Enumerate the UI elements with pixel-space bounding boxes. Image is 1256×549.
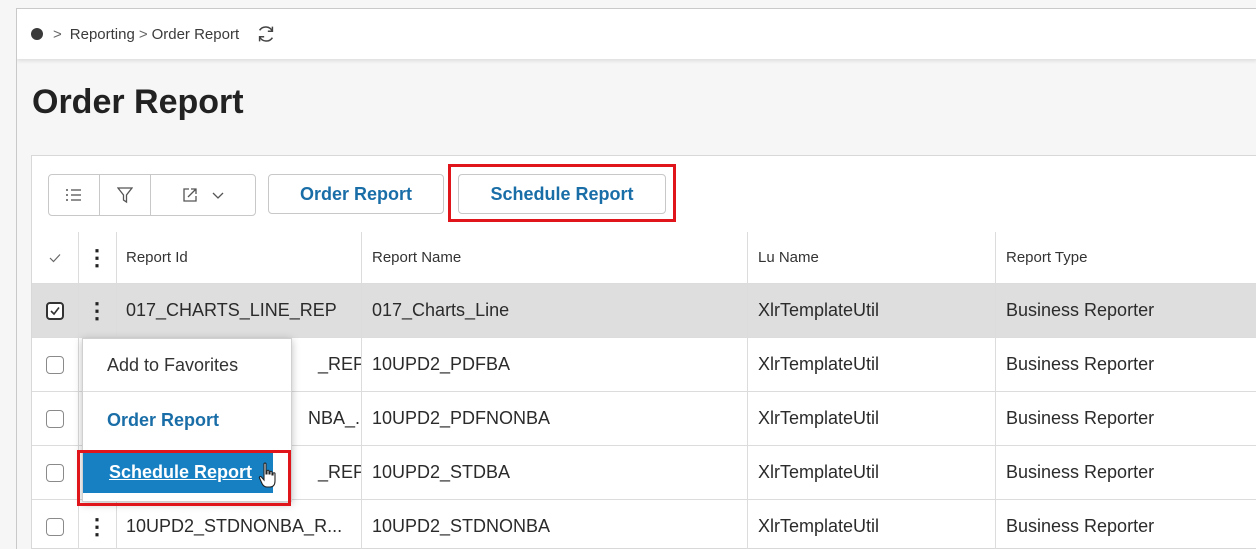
- report-id-cell: 10UPD2_STDNONBA_R...: [116, 500, 362, 549]
- report-id-cell: 017_CHARTS_LINE_REP: [116, 284, 362, 337]
- row-checkbox[interactable]: [32, 284, 79, 337]
- annotation-highlight: [448, 164, 676, 222]
- list-icon: [66, 189, 81, 201]
- checkbox-icon: [46, 463, 64, 482]
- row-menu-button[interactable]: ⋮: [78, 284, 117, 337]
- row-checkbox[interactable]: [32, 338, 79, 391]
- hand-cursor-icon: [258, 462, 276, 488]
- export-dropdown-button[interactable]: [151, 175, 255, 215]
- lu-name-cell: XlrTemplateUtil: [748, 392, 996, 445]
- column-header-report-type[interactable]: Report Type: [996, 232, 1256, 283]
- lu-name-cell: XlrTemplateUtil: [748, 338, 996, 391]
- kebab-icon: ⋮: [86, 297, 108, 323]
- column-chooser-button[interactable]: [49, 175, 100, 215]
- column-header-report-name[interactable]: Report Name: [362, 232, 748, 283]
- report-type-cell: Business Reporter: [1006, 300, 1155, 320]
- report-type-cell: Business Reporter: [1006, 354, 1155, 374]
- lu-name-cell: XlrTemplateUtil: [748, 500, 996, 549]
- menu-item-add-to-favorites[interactable]: Add to Favorites: [83, 339, 291, 392]
- checkbox-checked-icon: [46, 301, 64, 320]
- header-menu-button[interactable]: ⋮: [78, 232, 117, 283]
- toolbar: Order Report Schedule Report: [32, 156, 1256, 232]
- report-type-cell: Business Reporter: [1006, 516, 1155, 536]
- refresh-icon[interactable]: [255, 23, 277, 45]
- chevron-right-icon: >: [53, 25, 62, 43]
- check-icon: [49, 253, 61, 262]
- row-checkbox[interactable]: [32, 392, 79, 445]
- page-title: Order Report: [32, 83, 244, 121]
- column-header-report-id[interactable]: Report Id: [116, 232, 362, 283]
- column-header-lu-name[interactable]: Lu Name: [748, 232, 996, 283]
- order-report-button[interactable]: Order Report: [268, 174, 444, 214]
- chevron-down-icon: [212, 192, 224, 199]
- export-icon: [183, 188, 197, 202]
- checkbox-icon: [46, 355, 64, 374]
- row-menu-button[interactable]: ⋮: [78, 500, 117, 549]
- chevron-right-icon: >: [138, 25, 148, 43]
- checkbox-icon: [46, 517, 64, 536]
- lu-name-cell: XlrTemplateUtil: [748, 284, 996, 337]
- table-tools-group: [48, 174, 256, 216]
- kebab-icon: ⋮: [86, 244, 108, 270]
- report-type-cell: Business Reporter: [1006, 408, 1155, 428]
- kebab-icon: ⋮: [86, 513, 108, 539]
- breadcrumb-item-reporting[interactable]: Reporting: [70, 26, 135, 43]
- report-name-cell: 10UPD2_PDFNONBA: [362, 392, 748, 445]
- select-all-checkbox[interactable]: [32, 232, 79, 283]
- report-name-cell: 017_Charts_Line: [362, 284, 748, 337]
- report-name-cell: 10UPD2_STDNONBA: [362, 500, 748, 549]
- filter-icon: [117, 187, 133, 204]
- table-header-row: ⋮ Report Id Report Name Lu Name Report T…: [32, 232, 1256, 284]
- row-checkbox[interactable]: [32, 446, 79, 499]
- table-row[interactable]: ⋮ 017_CHARTS_LINE_REP 017_Charts_Line Xl…: [32, 284, 1256, 338]
- breadcrumb: > Reporting > Order Report: [17, 9, 1256, 59]
- menu-item-order-report[interactable]: Order Report: [83, 392, 291, 448]
- home-icon[interactable]: [31, 28, 43, 40]
- checkbox-icon: [46, 409, 64, 428]
- report-type-cell: Business Reporter: [1006, 462, 1155, 482]
- row-checkbox[interactable]: [32, 500, 79, 549]
- lu-name-cell: XlrTemplateUtil: [748, 446, 996, 499]
- report-name-cell: 10UPD2_PDFBA: [362, 338, 748, 391]
- filter-button[interactable]: [100, 175, 151, 215]
- report-name-cell: 10UPD2_STDBA: [362, 446, 748, 499]
- table-row[interactable]: ⋮ 10UPD2_STDNONBA_R... 10UPD2_STDNONBA X…: [32, 500, 1256, 549]
- breadcrumb-item-order-report: Order Report: [151, 25, 240, 43]
